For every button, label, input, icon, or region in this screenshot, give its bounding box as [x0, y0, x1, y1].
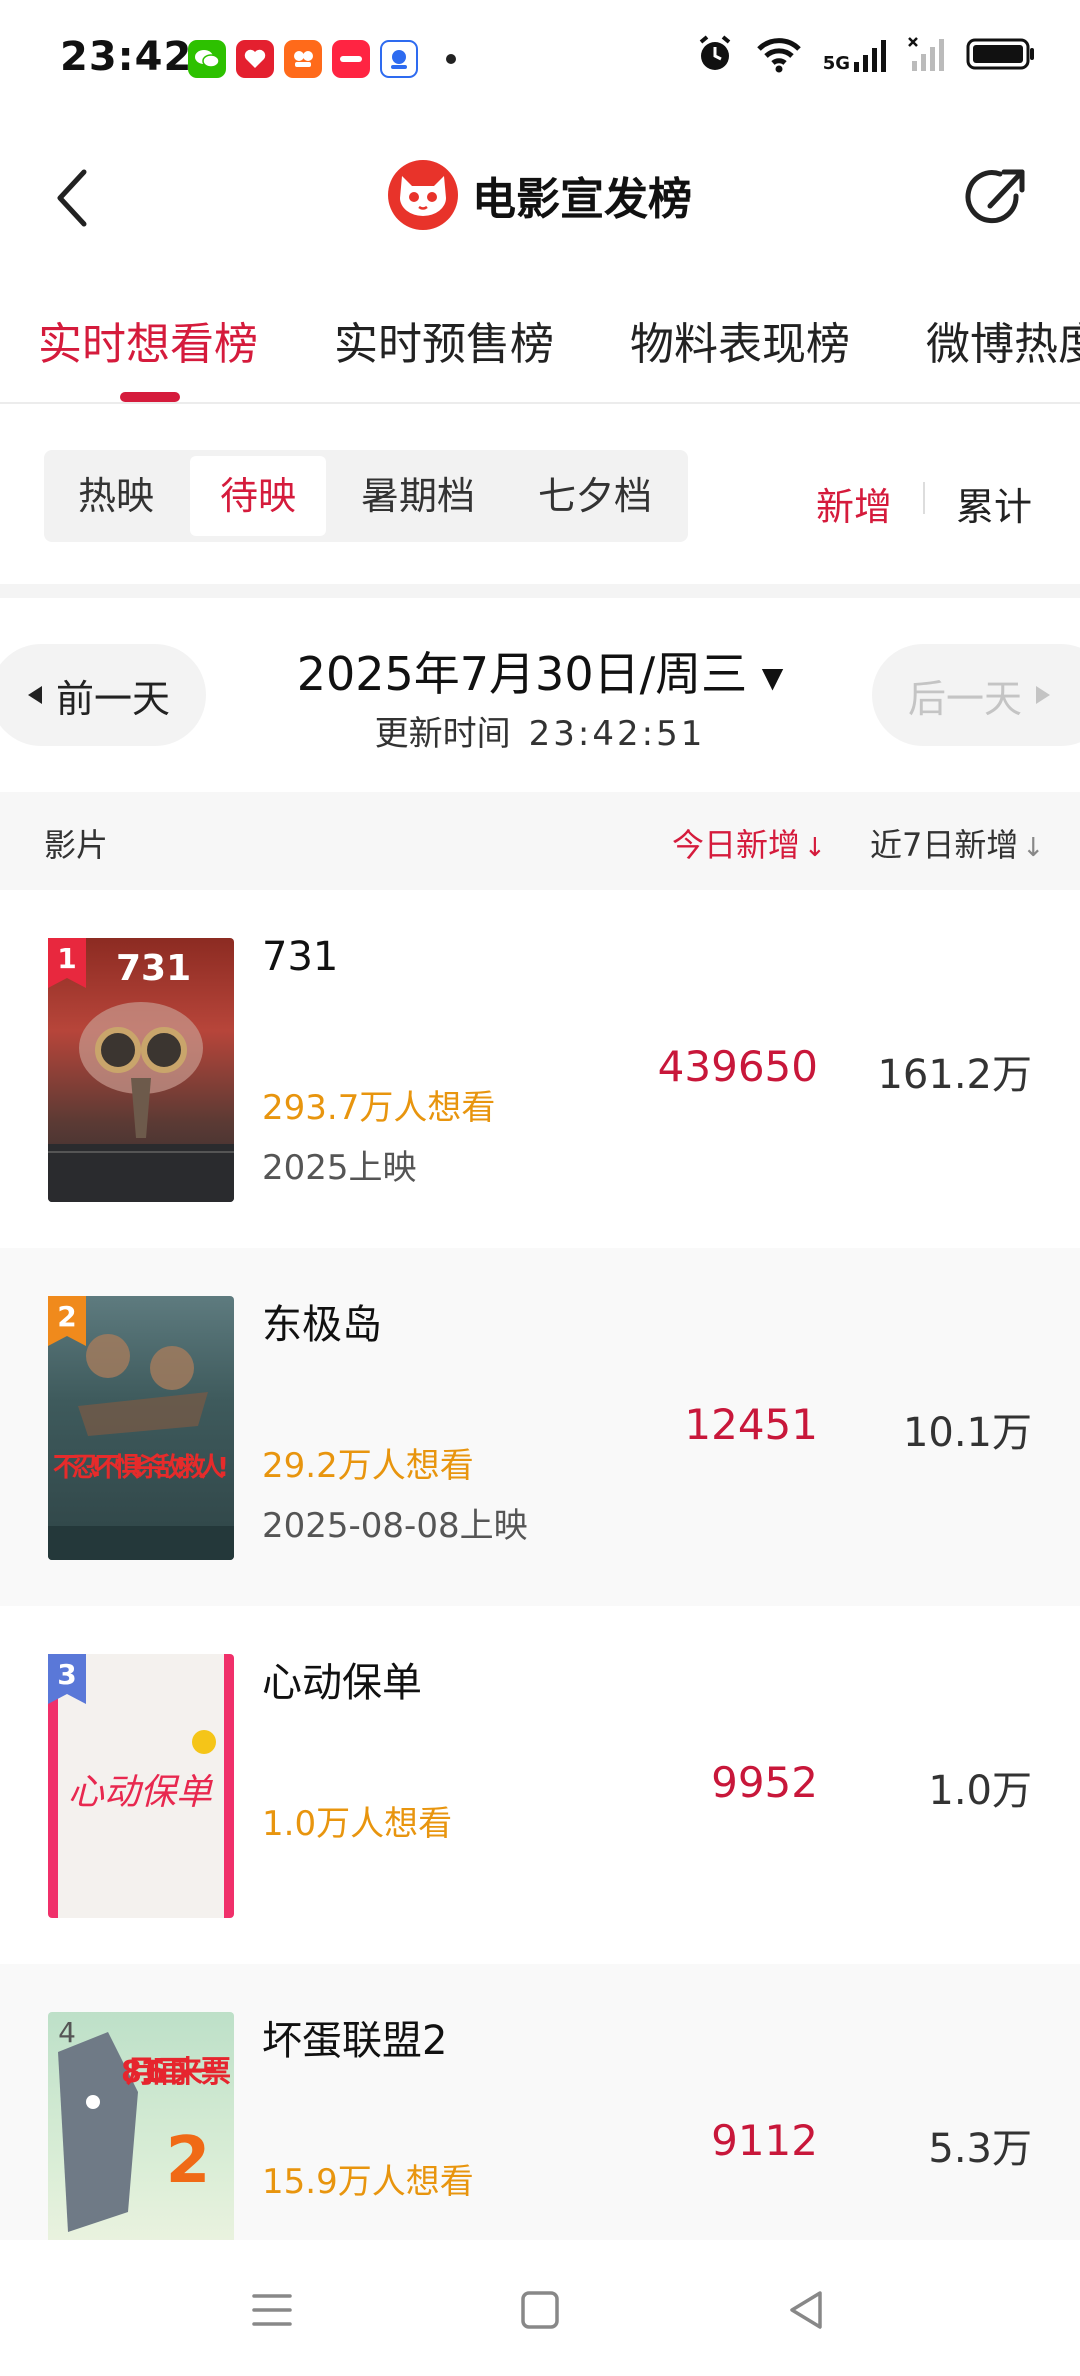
- movie-title: 坏蛋联盟2: [262, 2018, 448, 2064]
- today-new-value: 439650: [657, 1042, 818, 1091]
- column-film: 影片: [44, 826, 109, 864]
- section-divider: [0, 584, 1080, 598]
- home-square-icon: [521, 2291, 559, 2329]
- header: 电影宣发榜: [0, 118, 1080, 278]
- share-icon: [965, 169, 1025, 224]
- xiaohongshu-icon: [332, 40, 370, 78]
- schedule-segment: 热映 待映 暑期档 七夕档: [44, 450, 688, 542]
- update-time-value: 23:42:51: [528, 714, 706, 754]
- mode-total-button[interactable]: 累计: [956, 476, 1032, 531]
- ranking-tabs: 实时想看榜 实时预售榜 物料表现榜 微博热度: [0, 278, 1080, 404]
- poster-title-text: 不忍!不惧!杀敌!救人!: [53, 1452, 229, 1483]
- poster-sequel-number: 2: [166, 2124, 211, 2198]
- poster-title-text: 心动保单: [68, 1772, 214, 1813]
- alarm-icon: [695, 34, 735, 78]
- next-day-button[interactable]: 后一天: [872, 644, 1080, 746]
- back-triangle-icon: [790, 2291, 822, 2329]
- segment-qixi[interactable]: 七夕档: [510, 456, 680, 536]
- table-header: 影片 今日新增 ↓ 近7日新增 ↓: [0, 792, 1080, 890]
- movie-title: 731: [262, 934, 339, 980]
- video-app-icon: [284, 40, 322, 78]
- movie-title: 心动保单: [262, 1660, 422, 1706]
- active-tab-indicator: [120, 392, 180, 402]
- movie-row[interactable]: 不忍!不惧!杀敌!救人! 2 东极岛 29.2万人想看 2025-08-08上映…: [0, 1248, 1080, 1606]
- baidu-app-icon: [380, 40, 418, 78]
- status-bar: 23:42 5G: [0, 0, 1080, 118]
- today-new-value: 9952: [711, 1758, 818, 1807]
- tab-weibo-heat[interactable]: 微博热度: [926, 308, 1080, 372]
- segment-summer[interactable]: 暑期档: [336, 456, 500, 536]
- week-new-value: 161.2万: [877, 1052, 1032, 1098]
- today-new-value: 9112: [711, 2116, 818, 2165]
- current-date: 2025年7月30日/周三: [296, 647, 748, 701]
- signal-5g-icon: 5G: [823, 38, 888, 74]
- tab-want-to-see[interactable]: 实时想看榜: [38, 308, 258, 372]
- maoyan-cat-logo-icon: [388, 160, 458, 230]
- mode-divider: [923, 482, 925, 514]
- release-info: 2025-08-08上映: [262, 1506, 528, 1546]
- battery-icon: [966, 37, 1036, 75]
- caret-down-icon: ▼: [761, 661, 784, 694]
- back-nav-button[interactable]: [784, 2288, 828, 2332]
- update-time-label: 更新时间: [374, 714, 511, 754]
- poster-title-text: 8月16日 再来一票: [121, 2055, 231, 2090]
- week-new-value: 10.1万: [902, 1410, 1032, 1456]
- week-new-value: 1.0万: [928, 1768, 1032, 1814]
- week-new-value: 5.3万: [928, 2126, 1032, 2172]
- wifi-icon: [755, 35, 803, 77]
- movie-row[interactable]: 731 1 731 293.7万人想看 2025上映 439650 161.2万: [0, 890, 1080, 1248]
- movie-row[interactable]: 心动保单 3 心动保单 1.0万人想看 9952 1.0万: [0, 1606, 1080, 1964]
- home-nav-button[interactable]: [518, 2288, 562, 2332]
- date-navigation: 前一天 2025年7月30日/周三 ▼ 更新时间 23:42:51 后一天: [0, 598, 1080, 792]
- segment-now-showing[interactable]: 热映: [50, 456, 182, 536]
- release-info: 2025上映: [262, 1148, 417, 1188]
- signal-no-service-icon: [908, 35, 946, 77]
- want-to-see-count: 15.9万人想看: [262, 2162, 474, 2202]
- sort-down-icon: ↓: [1022, 833, 1045, 863]
- share-button[interactable]: [960, 160, 1036, 236]
- status-time: 23:42: [60, 34, 193, 80]
- filter-row: 热映 待映 暑期档 七夕档 新增 累计: [0, 404, 1080, 584]
- column-today-new[interactable]: 今日新增 ↓: [672, 820, 826, 866]
- column-week-new[interactable]: 近7日新增 ↓: [870, 820, 1044, 866]
- today-new-value: 12451: [684, 1400, 818, 1449]
- wechat-icon: [188, 40, 226, 78]
- menu-icon: [252, 2294, 292, 2326]
- notification-icons: [188, 40, 456, 78]
- more-notifications-dot: [446, 54, 456, 64]
- want-to-see-count: 293.7万人想看: [262, 1088, 496, 1128]
- next-day-label: 后一天: [908, 676, 1023, 721]
- movie-title: 东极岛: [262, 1302, 382, 1348]
- mode-new-button[interactable]: 新增: [816, 476, 892, 531]
- tab-presale[interactable]: 实时预售榜: [334, 308, 554, 372]
- caret-right-icon: [1036, 686, 1051, 704]
- sort-down-icon: ↓: [804, 833, 826, 863]
- want-to-see-count: 29.2万人想看: [262, 1446, 474, 1486]
- menu-nav-button[interactable]: [250, 2288, 294, 2332]
- system-navigation-bar: [0, 2240, 1080, 2376]
- want-to-see-count: 1.0万人想看: [262, 1804, 453, 1844]
- tab-material[interactable]: 物料表现榜: [630, 308, 850, 372]
- segment-upcoming[interactable]: 待映: [190, 456, 326, 536]
- poster-title-text: 731: [116, 948, 191, 989]
- shopping-app-icon: [236, 40, 274, 78]
- page-title: 电影宣发榜: [472, 174, 692, 225]
